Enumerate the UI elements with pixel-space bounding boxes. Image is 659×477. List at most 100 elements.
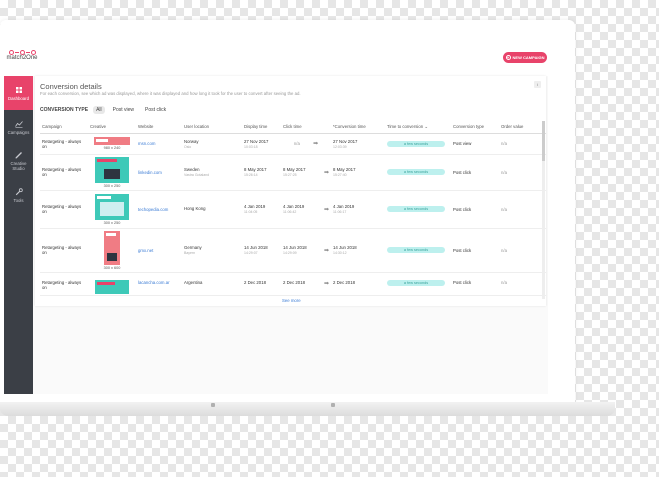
sidebar-item-dashboard[interactable]: Dashboard: [4, 76, 33, 110]
conversion-type-cell: Post click: [451, 154, 499, 191]
creative-thumbnail: [94, 137, 130, 145]
table-row[interactable]: Retargeting - always on 300 x 250 techop…: [40, 190, 546, 229]
col-creative[interactable]: Creative: [88, 121, 136, 134]
website-link[interactable]: msn.com: [136, 133, 182, 155]
arrow-right-icon: ➡: [323, 280, 329, 287]
order-value-cell: n/a: [499, 228, 546, 273]
laptop-base: [0, 402, 615, 416]
status-badge: a few seconds: [387, 247, 445, 253]
scrollbar-thumb[interactable]: [542, 121, 545, 161]
sidebar: Dashboard Campaigns Creative Studio Tool…: [4, 76, 33, 394]
conversion-table: Campaign Creative Website User location …: [40, 121, 546, 296]
creative-thumbnail: [95, 279, 129, 294]
click-time-cell: n/a ➡: [281, 133, 331, 155]
status-badge: a few seconds: [387, 206, 445, 212]
sidebar-item-creative-studio[interactable]: Creative Studio: [4, 144, 33, 178]
filter-all[interactable]: All: [93, 106, 105, 114]
display-time-cell: 4 Jan 2019 11:04:05: [242, 190, 281, 229]
filter-label: CONVERSION TYPE: [40, 107, 89, 113]
col-order-value[interactable]: Order value: [499, 121, 546, 134]
display-time-cell: 2 Dec 2018: [242, 272, 281, 296]
arrow-right-icon: ➡: [323, 247, 329, 254]
laptop-hinge: [331, 403, 335, 407]
filter-post-click[interactable]: Post click: [142, 106, 169, 114]
col-conversion-time[interactable]: *Conversion time: [331, 121, 385, 134]
location-cell: Argentina: [182, 272, 242, 296]
status-badge: a few seconds: [387, 279, 445, 286]
website-link[interactable]: techopedia.com: [136, 190, 182, 229]
table-row[interactable]: Retargeting - always on 980 x 240 msn.co…: [40, 133, 546, 155]
new-campaign-button[interactable]: + NEW CAMPAIGN: [503, 52, 547, 63]
info-button[interactable]: i: [534, 81, 541, 88]
col-user-location[interactable]: User location: [182, 121, 242, 134]
sidebar-item-label: Tools: [13, 197, 24, 203]
location-cell: Norway Oslo: [182, 133, 242, 155]
page-subtitle: For each conversion, see which ad was di…: [40, 91, 301, 96]
see-more-link[interactable]: See more: [282, 298, 301, 303]
col-campaign[interactable]: Campaign: [40, 121, 88, 134]
creative-cell[interactable]: 300 x 250: [88, 154, 136, 191]
click-time-cell: 8 May 2017 15:27:25 ➡: [281, 154, 331, 191]
pencil-icon: [15, 151, 23, 159]
filter-post-view[interactable]: Post view: [110, 106, 137, 114]
col-conversion-type[interactable]: Conversion type: [451, 121, 499, 134]
location-cell: Germany Bayern: [182, 228, 242, 273]
table-row[interactable]: Retargeting - always on 300 x 250 linked…: [40, 154, 546, 191]
time-to-conversion-cell: a few seconds: [385, 133, 451, 155]
arrow-right-icon: ➡: [323, 169, 329, 176]
main-content: Conversion details For each conversion, …: [33, 76, 548, 394]
conversion-type-cell: Post click: [451, 190, 499, 229]
campaign-cell: Retargeting - always on: [40, 190, 88, 229]
table-row[interactable]: Retargeting - always on lacancha.com.ar …: [40, 272, 546, 296]
laptop-hinge: [211, 403, 215, 407]
campaign-cell: Retargeting - always on: [40, 154, 88, 191]
creative-cell[interactable]: 980 x 240: [88, 133, 136, 155]
creative-thumbnail: [104, 230, 120, 265]
display-time-cell: 14 Jun 2018 14:29:07: [242, 228, 281, 273]
col-click-time[interactable]: Click time: [281, 121, 331, 134]
website-link[interactable]: gmx.net: [136, 228, 182, 273]
creative-thumbnail: [95, 156, 129, 183]
display-time-cell: 8 May 2017 15:26:14: [242, 154, 281, 191]
page-title: Conversion details: [40, 82, 102, 91]
conversion-type-cell: Post view: [451, 133, 499, 155]
conversion-time-cell: 27 Nov 2017 12:03:39: [331, 133, 385, 155]
sort-down-icon: ⌄: [424, 123, 428, 129]
status-badge: a few seconds: [387, 140, 445, 147]
conversion-details-panel: Conversion details For each conversion, …: [35, 76, 546, 306]
time-to-conversion-cell: a few seconds: [385, 272, 451, 296]
sidebar-item-campaigns[interactable]: Campaigns: [4, 110, 33, 144]
time-to-conversion-cell: a few seconds: [385, 228, 451, 273]
dashboard-icon: [15, 86, 23, 94]
time-to-conversion-cell: a few seconds: [385, 154, 451, 191]
col-display-time[interactable]: Display time: [242, 121, 281, 134]
click-time-cell: 4 Jan 2019 11:06:42 ➡: [281, 190, 331, 229]
table-row[interactable]: Retargeting - always on 300 x 600 gmx.ne…: [40, 228, 546, 273]
table-header-row: Campaign Creative Website User location …: [40, 121, 546, 134]
sidebar-item-label: Dashboard: [7, 95, 30, 101]
creative-cell[interactable]: 300 x 600: [88, 228, 136, 273]
click-time-cell: 14 Jun 2018 14:29:09 ➡: [281, 228, 331, 273]
website-link[interactable]: linkedin.com: [136, 154, 182, 191]
col-time-to-conversion[interactable]: Time to conversion ⌄: [385, 121, 451, 134]
order-value-cell: n/a: [499, 272, 546, 296]
creative-cell[interactable]: [88, 272, 136, 296]
logo[interactable]: match2One: [5, 49, 39, 61]
new-campaign-label: NEW CAMPAIGN: [512, 55, 545, 60]
creative-thumbnail: [95, 193, 129, 220]
website-link[interactable]: lacancha.com.ar: [136, 272, 182, 296]
table-scrollbar[interactable]: [542, 121, 545, 299]
campaign-cell: Retargeting - always on: [40, 133, 88, 155]
conversion-time-cell: 14 Jun 2018 14:30:12: [331, 228, 385, 273]
conversion-type-filter: CONVERSION TYPE All Post view Post click: [40, 106, 169, 114]
campaign-cell: Retargeting - always on: [40, 228, 88, 273]
col-website[interactable]: Website: [136, 121, 182, 134]
conversion-time-cell: 2 Dec 2018: [331, 272, 385, 296]
plus-icon: +: [505, 55, 511, 60]
arrow-right-icon: ➡: [323, 206, 329, 213]
order-value-cell: n/a: [499, 133, 546, 155]
location-cell: Hong Kong: [182, 190, 242, 229]
sidebar-item-tools[interactable]: Tools: [4, 178, 33, 212]
creative-cell[interactable]: 300 x 250: [88, 190, 136, 229]
chart-icon: [14, 120, 23, 128]
